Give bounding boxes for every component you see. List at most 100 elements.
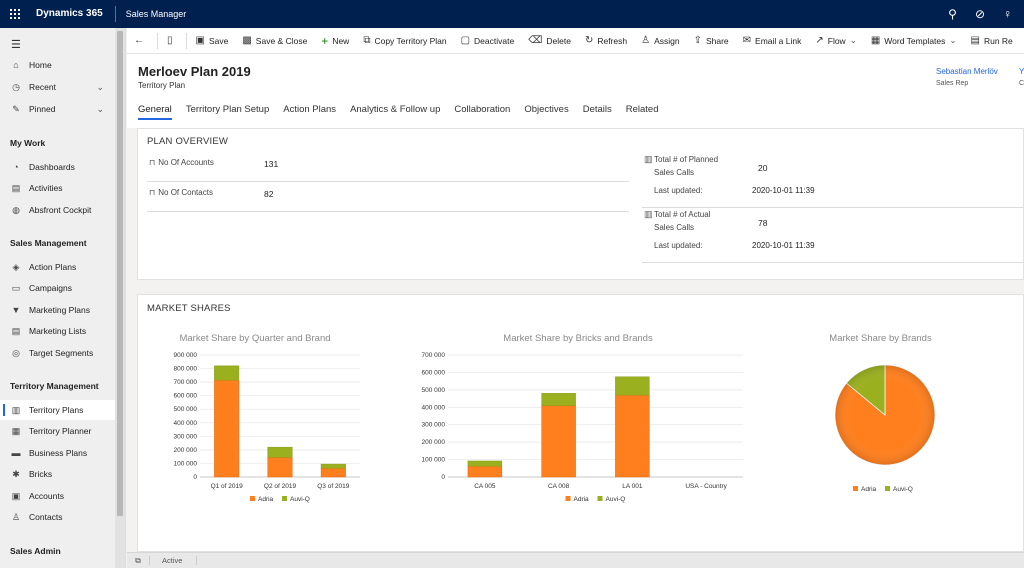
window-bottom-edge [0,568,1024,576]
new-button[interactable]: + New [314,28,356,53]
chevron-down-icon[interactable]: ⌄ [96,82,104,93]
chart-title: Market Share by Brands [829,333,932,344]
sidebar-item-territory-plans[interactable]: ▥ Territory Plans [0,400,116,420]
sidebar-item-accounts[interactable]: ▣ Accounts [0,486,116,506]
deactivate-button[interactable]: ▢ Deactivate [454,28,522,53]
bar-adria-0 [467,465,503,478]
copy-territory-plan-button[interactable]: ⧉ Copy Territory Plan [356,28,453,53]
sidebar-item-campaigns[interactable]: ▭ Campaigns [0,278,116,298]
header-field-link[interactable]: Y [1019,67,1024,76]
sidebar-item-label: Contacts [29,512,63,522]
scrollbar-thumb[interactable] [117,31,123,516]
bar-auviq-2 [320,463,346,469]
sidebar-item-business-plans[interactable]: ▬ Business Plans [0,443,116,463]
sidebar-item-absfront-cockpit[interactable]: ◍ Absfront Cockpit [0,200,116,220]
record-header: Merloev Plan 2019 Territory Plan Sebasti… [127,54,1024,128]
tab-objectives[interactable]: Objectives [524,104,568,119]
pin-icon: ✎ [12,103,20,114]
divider [642,207,1024,208]
calculator-icon: ▥ [644,154,653,164]
tab-collaboration[interactable]: Collaboration [454,104,510,119]
sidebar-item-home[interactable]: ⌂ Home [0,55,116,75]
save-button[interactable]: ▣ Save [189,28,236,53]
planned-updated-label: Last updated: [654,186,703,195]
sidebar-item-marketing-plans[interactable]: ▼ Marketing Plans [0,300,116,320]
search-icon[interactable]: ⚲ [948,7,957,21]
brand-title[interactable]: Dynamics 365 [30,6,116,22]
save-icon: ▣ [195,35,205,46]
run-report-button[interactable]: ▤ Run Re [964,28,1020,53]
deactivate-icon: ▢ [460,35,471,46]
funnel-icon: ▼ [11,305,21,315]
tab-related[interactable]: Related [626,104,659,119]
accounts-icon: ▣ [11,490,21,501]
sidebar-item-action-plans[interactable]: ◈ Action Plans [0,257,116,277]
sidebar-item-recent[interactable]: ◷ Recent ⌄ [0,77,116,97]
sidebar-item-label: Activities [29,183,63,193]
contacts-field-label: ⊓ No Of Contacts [149,188,213,197]
bar-auviq-1 [541,393,576,406]
share-button[interactable]: ⇪ Share [687,28,736,53]
email-link-button[interactable]: ✉ Email a Link [736,28,809,53]
bar-adria-0 [214,379,240,478]
open-record-icon[interactable]: ⧉ [127,556,149,566]
sidebar-scrollbar[interactable] [115,28,125,576]
y-tick-label: 100 000 [174,460,198,467]
app-name[interactable]: Sales Manager [116,9,187,19]
flow-button[interactable]: ↗ Flow ⌄ [808,28,863,53]
lock-icon: ⊓ [149,188,156,197]
person-icon: ♙ [641,35,651,46]
tab-analytics[interactable]: Analytics & Follow up [350,104,440,119]
action-plans-icon: ◈ [12,261,20,272]
section-title: MARKET SHARES [147,303,231,314]
tab-action-plans[interactable]: Action Plans [283,104,336,119]
sidebar-item-dashboards[interactable]: ◔ Dashboards [0,157,116,177]
bar-adria-2 [615,394,650,478]
y-tick-label: 900 000 [174,352,198,359]
y-tick-label: 500 000 [422,387,446,394]
sidebar: ☰ ⌂ Home ◷ Recent ⌄ ✎ Pinned ⌄ My Work ◔… [0,28,126,576]
planned-calls-label: Total # of Planned [654,155,719,164]
sidebar-item-label: Campaigns [29,283,72,293]
market-shares-section: MARKET SHARES Market Share by Quarter an… [137,294,1024,552]
email-icon: ✉ [742,35,752,46]
sidebar-item-bricks[interactable]: ✱ Bricks [0,464,116,484]
market-share-quarter-chart: 0 100 000 200 000 300 000 400 000 500 000 600 … [174,352,360,503]
market-share-bricks-chart: 0 100 000 200 000 300 000 400 000 500 000 600 … [422,352,743,503]
chevron-down-icon[interactable]: ⌄ [96,104,104,115]
plus-icon: + [321,33,329,48]
owner-link[interactable]: Sebastian Merlöv [936,67,998,76]
campaign-icon: ▭ [11,282,21,293]
report-icon: ▤ [970,35,980,46]
sidebar-item-activities[interactable]: ▤ Activities [0,178,116,198]
y-tick-label: 0 [193,474,197,481]
x-tick-label: Q3 of 2019 [317,483,350,490]
app-launcher-button[interactable] [0,0,30,28]
sidebar-item-pinned[interactable]: ✎ Pinned ⌄ [0,99,116,119]
sidebar-item-contacts[interactable]: ♙ Contacts [0,507,116,527]
task-check-icon[interactable]: ⊘ [975,7,985,21]
lightbulb-icon[interactable]: ♀ [1003,7,1012,21]
hamburger-menu-icon[interactable]: ☰ [11,38,21,51]
word-templates-button[interactable]: ▦ Word Templates ⌄ [864,28,964,53]
sidebar-item-label: Marketing Lists [29,326,87,336]
form-view-button[interactable]: ▯ [160,28,184,53]
tab-general[interactable]: General [138,104,172,120]
assign-button[interactable]: ♙ Assign [634,28,686,53]
delete-button[interactable]: ⌫ Delete [521,28,578,53]
tab-territory-plan-setup[interactable]: Territory Plan Setup [186,104,269,119]
divider [185,32,187,49]
sidebar-item-marketing-lists[interactable]: ▤ Marketing Lists [0,321,116,341]
y-tick-label: 300 000 [422,422,446,429]
page-title: Merloev Plan 2019 [138,64,251,79]
sidebar-item-label: Accounts [29,491,64,501]
back-arrow-icon: ← [134,35,144,46]
save-close-button[interactable]: ▩ Save & Close [235,28,314,53]
refresh-button[interactable]: ↻ Refresh [578,28,634,53]
plan-overview-section: PLAN OVERVIEW ⊓ No Of Accounts 131 ⊓ No … [137,128,1024,280]
sidebar-item-territory-planner[interactable]: ▦ Territory Planner [0,421,116,441]
back-button[interactable]: ← [127,28,155,53]
tab-details[interactable]: Details [583,104,612,119]
sidebar-item-target-segments[interactable]: ◎ Target Segments [0,343,116,363]
sidebar-item-label: Absfront Cockpit [29,205,92,215]
